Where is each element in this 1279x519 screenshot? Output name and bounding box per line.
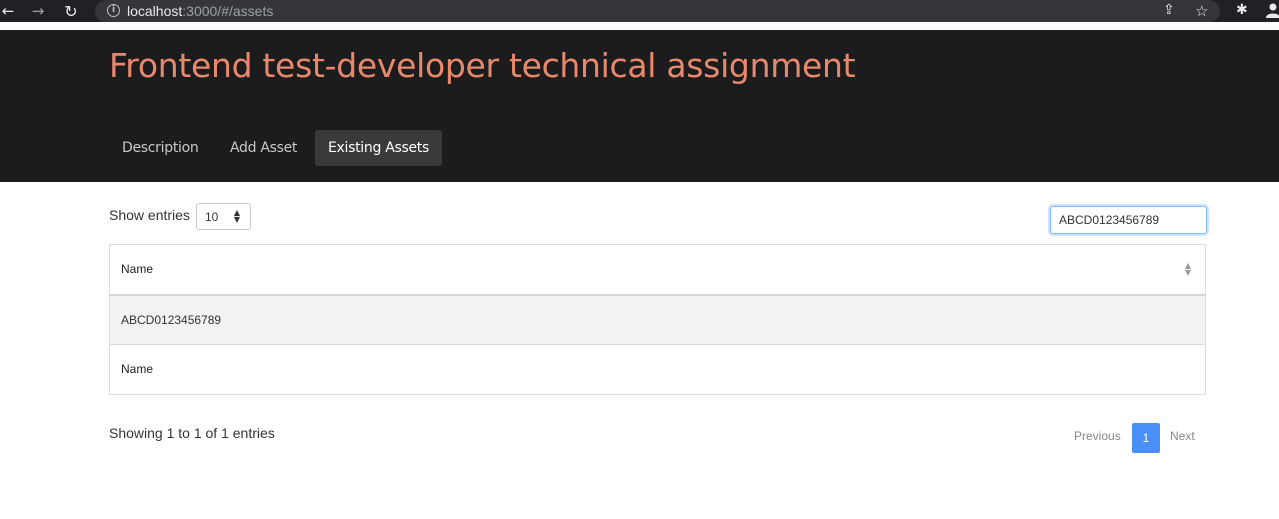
table-info: Showing 1 to 1 of 1 entries (109, 425, 275, 441)
profile-icon[interactable] (1265, 2, 1279, 18)
previous-button[interactable]: Previous (1064, 429, 1131, 443)
page-1-button[interactable]: 1 (1132, 423, 1160, 453)
tab-existing-assets[interactable]: Existing Assets (315, 130, 442, 166)
forward-arrow-icon[interactable]: → (28, 1, 48, 21)
column-header-label: Name (121, 262, 154, 276)
search-input[interactable] (1050, 206, 1207, 234)
url-text[interactable]: localhost:3000/#/assets (127, 3, 273, 19)
next-button[interactable]: Next (1160, 429, 1205, 443)
assets-table: Name ▲ ▼ ABCD0123456789 Name (109, 244, 1206, 395)
column-header-name[interactable]: Name ▲ ▼ (110, 245, 1205, 296)
browser-toolbar: ← → ↻ i localhost:3000/#/assets ⇪ ☆ ✱ (0, 0, 1279, 22)
entries-per-page-select[interactable]: 10 ▲ ▼ (196, 203, 251, 230)
share-icon[interactable]: ⇪ (1163, 2, 1175, 18)
tab-add-asset[interactable]: Add Asset (217, 130, 310, 166)
back-arrow-icon[interactable]: ← (0, 1, 18, 21)
tab-description[interactable]: Description (109, 130, 211, 166)
reload-icon[interactable]: ↻ (61, 1, 81, 21)
table-cell: ABCD0123456789 (121, 313, 222, 327)
entries-per-page-value: 10 (205, 210, 219, 224)
sort-icon[interactable]: ▲ ▼ (1185, 262, 1191, 277)
select-arrows-icon: ▲ ▼ (233, 208, 240, 224)
table-row[interactable]: ABCD0123456789 (110, 296, 1205, 345)
url-host: localhost (127, 3, 183, 19)
address-bar[interactable]: i localhost:3000/#/assets ⇪ ☆ (95, 0, 1220, 22)
table-footer: Name (110, 345, 1205, 394)
info-icon[interactable]: i (107, 4, 120, 17)
show-entries-label: Show entries (109, 207, 190, 223)
column-footer-label: Name (121, 362, 154, 376)
star-icon[interactable]: ☆ (1195, 2, 1208, 20)
url-path: :3000/#/assets (182, 3, 274, 19)
app-header: Frontend test-developer technical assign… (0, 30, 1279, 182)
extensions-icon[interactable]: ✱ (1236, 2, 1248, 18)
page-title: Frontend test-developer technical assign… (109, 46, 856, 85)
